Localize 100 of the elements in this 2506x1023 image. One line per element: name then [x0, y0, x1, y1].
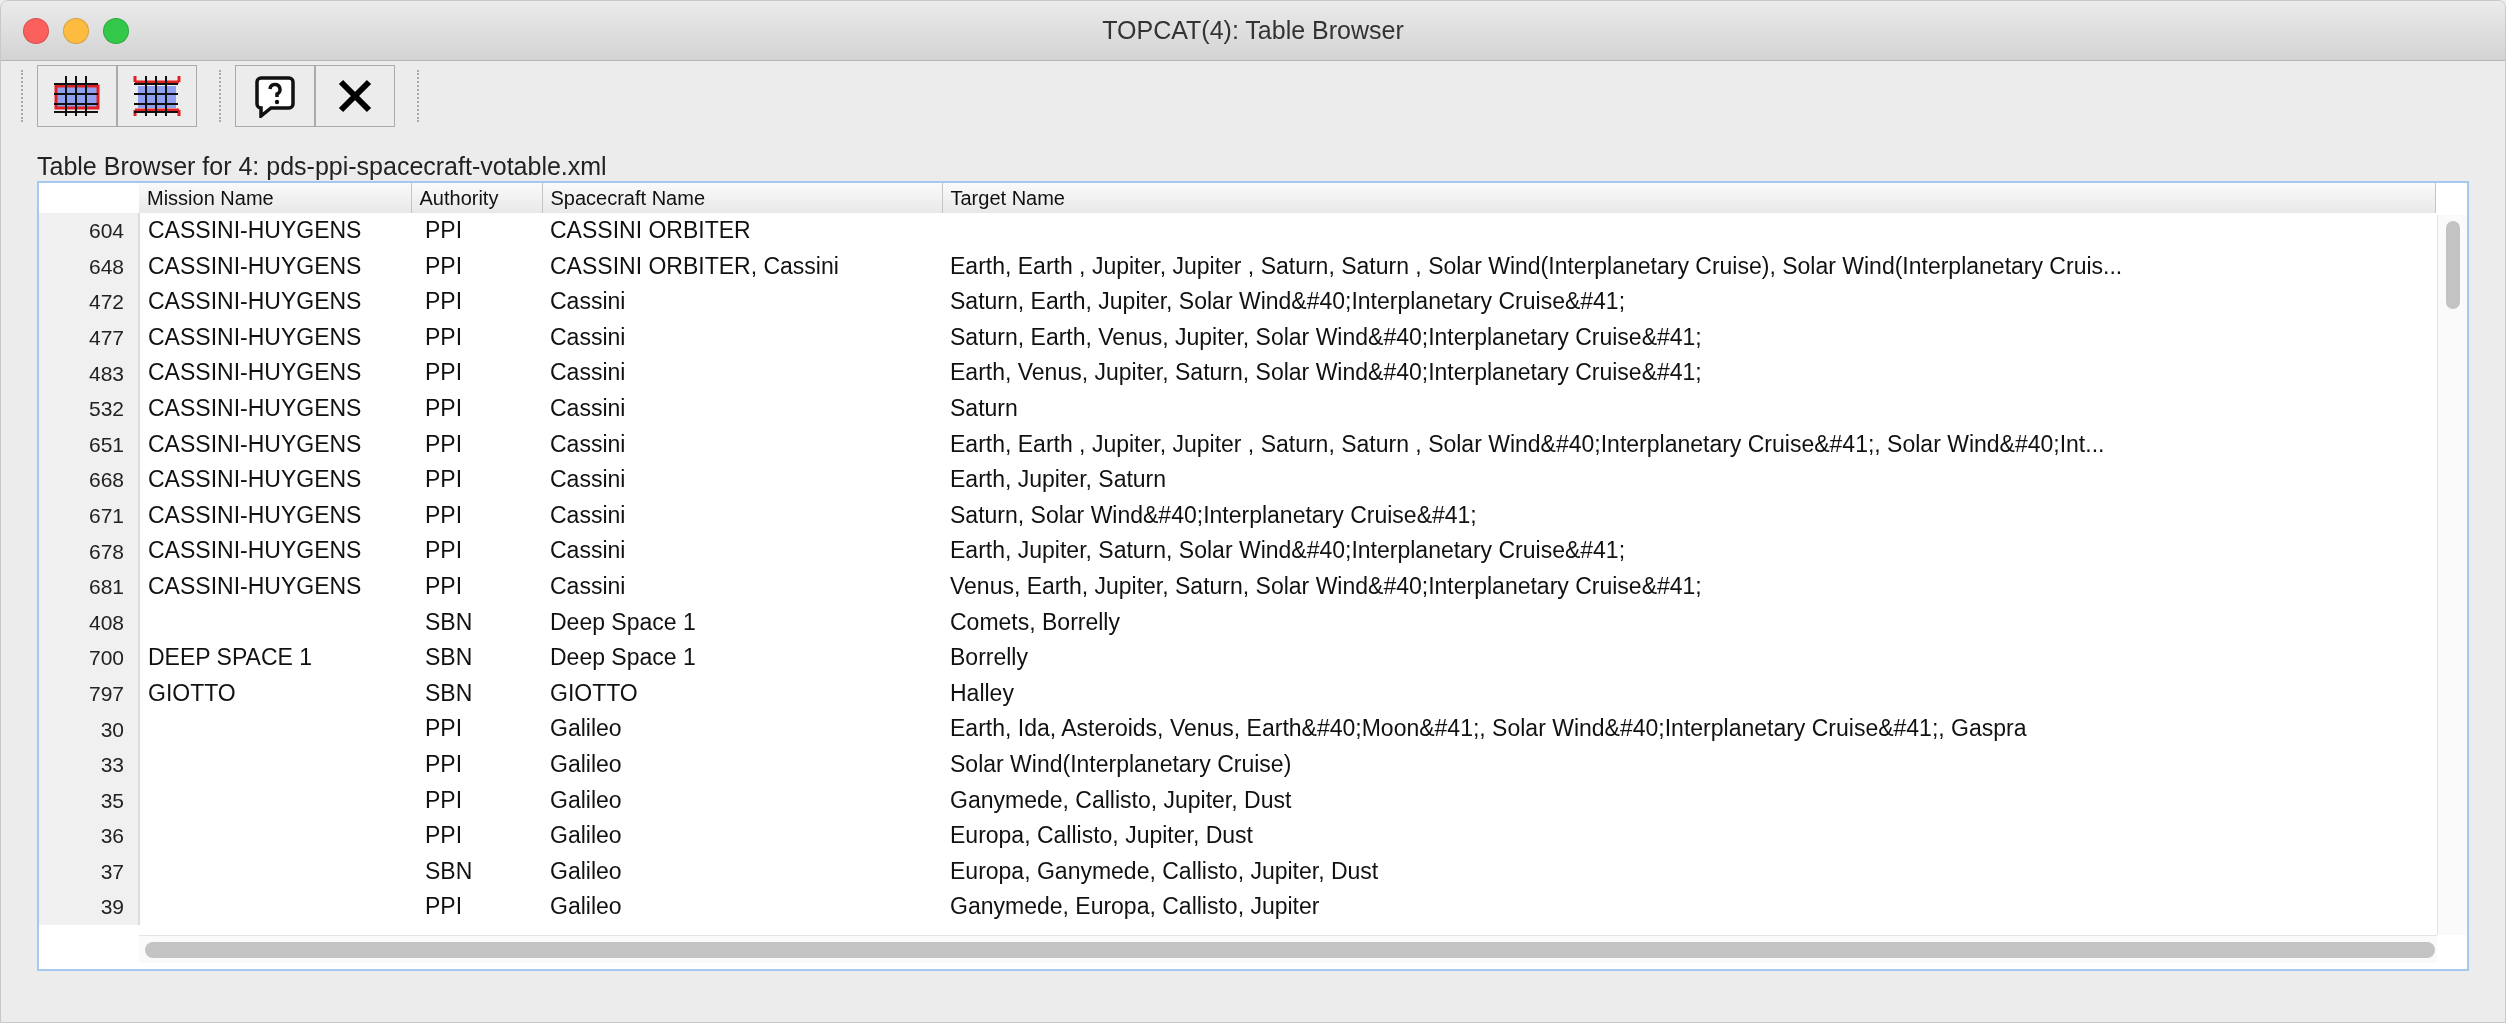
row-number: 408 — [39, 604, 139, 641]
table-cell: Ganymede, Europa, Callisto, Jupiter — [950, 893, 1320, 920]
column-header[interactable]: Mission Name — [139, 183, 411, 213]
table-cell: PPI — [425, 466, 463, 493]
table-cell: Borrelly — [950, 644, 1028, 671]
close-button[interactable] — [315, 65, 395, 127]
row-number: 33 — [39, 746, 139, 783]
table-cell: PPI — [425, 822, 463, 849]
table-cell: PPI — [425, 217, 463, 243]
window-title: TOPCAT(4): Table Browser — [1102, 15, 1404, 44]
row-number: 681 — [39, 568, 139, 605]
table-cell: Europa, Callisto, Jupiter, Dust — [950, 822, 1253, 849]
table-cell: PPI — [425, 786, 463, 813]
table-cell: Saturn — [950, 394, 1018, 421]
table-cell: CASSINI ORBITER — [550, 217, 751, 243]
table-cell: CASSINI-HUYGENS — [148, 501, 362, 528]
row-number: 651 — [39, 426, 139, 463]
table-cell: CASSINI-HUYGENS — [148, 537, 362, 564]
row-number: 35 — [39, 782, 139, 819]
table-cell: Earth, Ida, Asteroids, Venus, Earth&#40;Moon&#41;, Solar Wind&#40;Interplanetary Cruise&#41;, Gaspra — [950, 715, 2027, 742]
row-number: 30 — [39, 711, 139, 747]
table-cell: GIOTTO — [550, 679, 638, 706]
table-cell: Comets, Borrelly — [950, 608, 1120, 635]
table-cell: Ganymede, Callisto, Jupiter, Dust — [950, 786, 1292, 813]
columns-button[interactable] — [117, 65, 197, 127]
row-number: 604 — [39, 213, 139, 249]
table-cell: PPI — [425, 359, 463, 386]
table-cell: CASSINI-HUYGENS — [148, 466, 362, 493]
zoom-button[interactable] — [103, 17, 129, 44]
table-cell: Saturn, Earth, Venus, Jupiter, Solar Wind&#40;Interplanetary Cruise&#41; — [950, 323, 1702, 350]
row-number: 532 — [39, 390, 139, 427]
table-cell: Galileo — [550, 715, 622, 742]
table-cell: Cassini — [550, 501, 626, 528]
table-cell: Galileo — [550, 822, 622, 849]
table-cell: PPI — [425, 893, 463, 920]
table-cell: PPI — [425, 750, 463, 777]
table-cell: Halley — [950, 679, 1014, 706]
vertical-scrollbar[interactable] — [2437, 215, 2467, 935]
table-cell: Saturn, Solar Wind&#40;Interplanetary Cruise&#41; — [950, 501, 1477, 528]
table-cell: SBN — [425, 857, 473, 884]
table-cell: CASSINI ORBITER, Cassini — [550, 252, 839, 279]
table-cell: Venus, Earth, Jupiter, Saturn, Solar Wind&#40;Interplanetary Cruise&#41; — [950, 572, 1702, 599]
table-cell: Cassini — [550, 466, 626, 493]
table-cell: Cassini — [550, 359, 626, 386]
table-cell: PPI — [425, 501, 463, 528]
browser-label: Table Browser for 4: pds-ppi-spacecraft-votable.xml — [37, 152, 607, 180]
column-header[interactable]: Authority — [411, 183, 542, 213]
row-number: 472 — [39, 284, 139, 320]
row-number: 37 — [39, 853, 139, 890]
table-cell: Cassini — [550, 323, 626, 350]
row-number: 671 — [39, 497, 139, 534]
table-cell: Cassini — [550, 288, 626, 315]
table-cell: Europa, Ganymede, Callisto, Jupiter, Dust — [950, 857, 1379, 884]
table-cell: Earth, Earth , Jupiter, Jupiter , Saturn, Saturn , Solar Wind&#40;Interplanetary Cruise&#41;, Solar Wind&#40;Int... — [950, 430, 2105, 457]
table-cell: CASSINI-HUYGENS — [148, 252, 362, 279]
table-cell: Earth, Venus, Jupiter, Saturn, Solar Wind&#40;Interplanetary Cruise&#41; — [950, 359, 1702, 386]
table-cell: Deep Space 1 — [550, 608, 696, 635]
table-cell: Galileo — [550, 750, 622, 777]
table-cell: Deep Space 1 — [550, 644, 696, 671]
table-cell: CASSINI-HUYGENS — [148, 572, 362, 599]
table-cell: PPI — [425, 288, 463, 315]
table-cell: PPI — [425, 394, 463, 421]
table-cell: PPI — [425, 252, 463, 279]
row-number: 477 — [39, 319, 139, 356]
column-header[interactable]: Spacecraft Name — [542, 183, 942, 213]
table-cell: SBN — [425, 608, 473, 635]
table-cell: Earth, Jupiter, Saturn — [950, 466, 1167, 493]
row-number: 483 — [39, 355, 139, 391]
table-cell: Cassini — [550, 430, 626, 457]
table-cell: Earth, Jupiter, Saturn, Solar Wind&#40;Interplanetary Cruise&#41; — [950, 537, 1626, 564]
table-cell: Galileo — [550, 786, 622, 813]
rows-button[interactable] — [37, 65, 117, 127]
table-cell: PPI — [425, 430, 463, 457]
row-number: 36 — [39, 818, 139, 854]
table-cell: PPI — [425, 323, 463, 350]
row-number: 39 — [39, 889, 139, 925]
row-number: 648 — [39, 248, 139, 285]
row-number: 668 — [39, 462, 139, 498]
table-cell: Earth, Earth , Jupiter, Jupiter , Saturn, Saturn , Solar Wind(Interplanetary Cruise), Solar Wind(Interplanetary Cruis... — [950, 252, 2123, 279]
table-cell: Cassini — [550, 537, 626, 564]
table-cell: Solar Wind(Interplanetary Cruise) — [950, 750, 1292, 777]
table-cell: Saturn, Earth, Jupiter, Solar Wind&#40;Interplanetary Cruise&#41; — [950, 288, 1626, 315]
table-cell: GIOTTO — [148, 679, 236, 706]
table-cell: CASSINI-HUYGENS — [148, 323, 362, 350]
table-cell: PPI — [425, 572, 463, 599]
row-number: 700 — [39, 640, 139, 676]
minimize-button[interactable] — [63, 17, 89, 44]
table-cell: CASSINI-HUYGENS — [148, 288, 362, 315]
table-cell: CASSINI-HUYGENS — [148, 217, 362, 243]
table-cell: SBN — [425, 644, 473, 671]
table-cell: Cassini — [550, 394, 626, 421]
table-cell: PPI — [425, 715, 463, 742]
table-cell: Cassini — [550, 572, 626, 599]
table-cell: PPI — [425, 537, 463, 564]
table-cell: Galileo — [550, 857, 622, 884]
table-cell: SBN — [425, 679, 473, 706]
help-button[interactable] — [235, 65, 315, 127]
column-header[interactable]: Target Name — [942, 183, 2435, 213]
table-cell: CASSINI-HUYGENS — [148, 430, 362, 457]
horizontal-scrollbar[interactable] — [139, 935, 2437, 963]
